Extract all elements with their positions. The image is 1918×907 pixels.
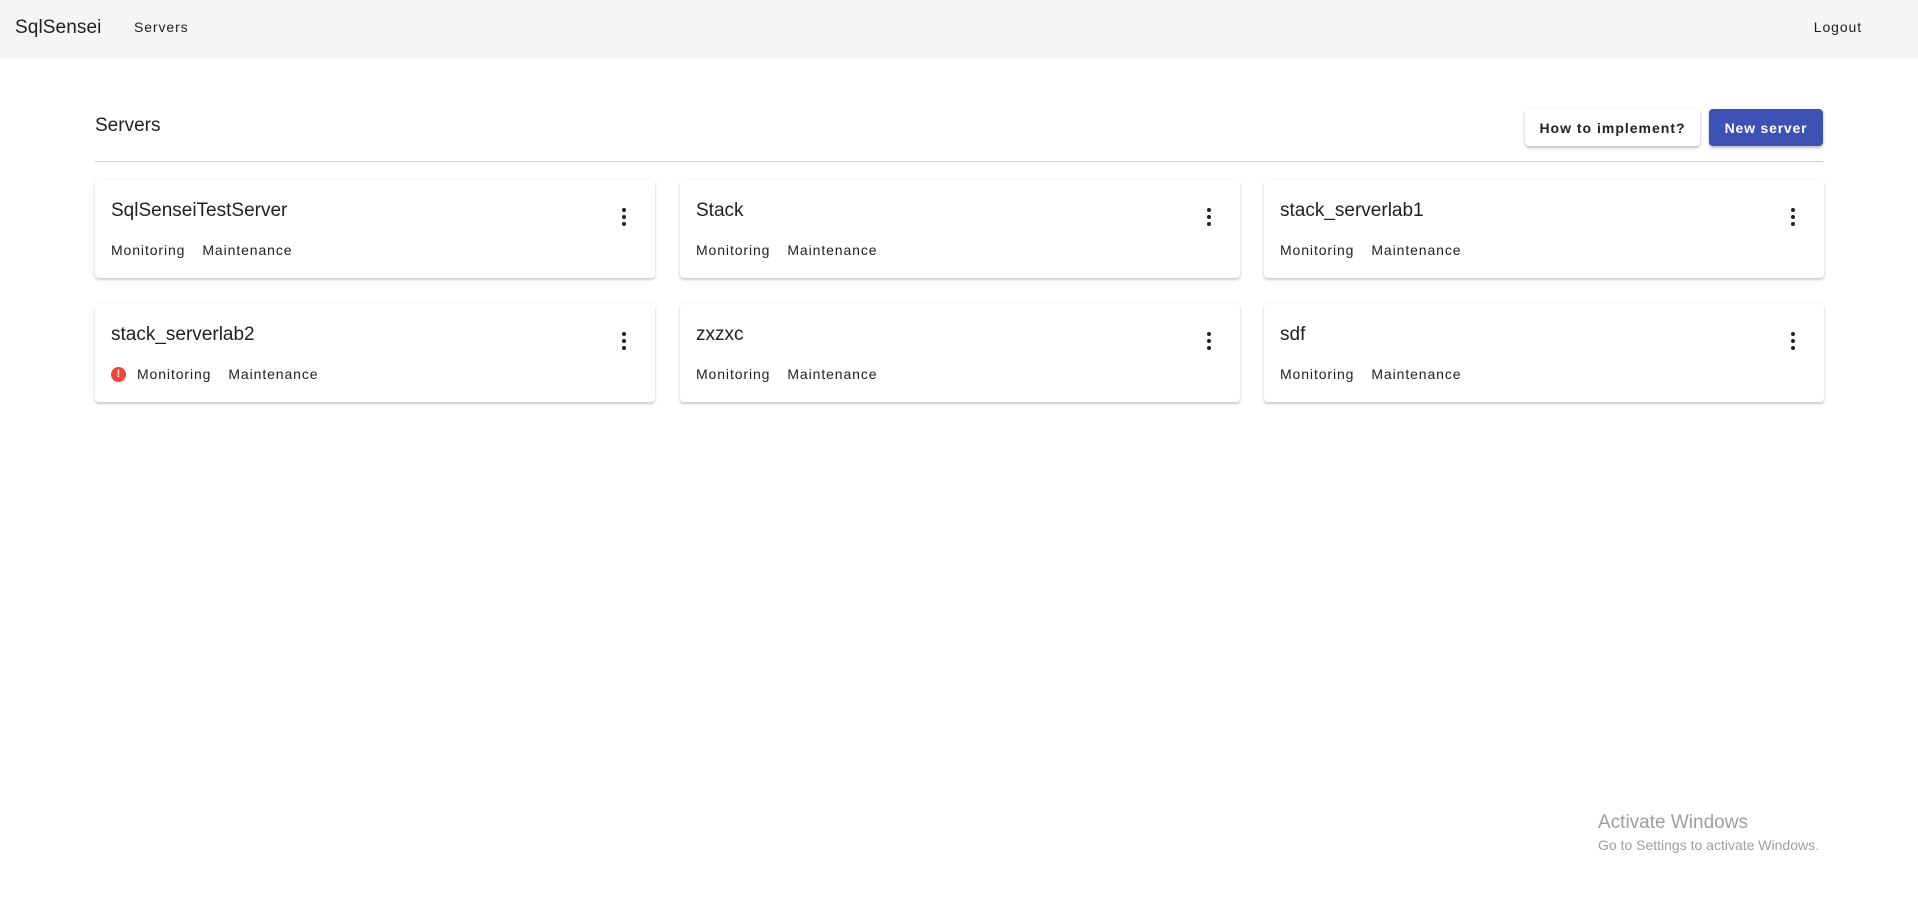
server-card: stack_serverlab2 ! Monitoring Maintenanc… <box>95 304 655 402</box>
more-vert-icon[interactable] <box>613 330 635 352</box>
monitoring-button[interactable]: Monitoring <box>696 242 770 258</box>
brand-title[interactable]: SqlSensei <box>15 17 101 39</box>
more-vert-icon[interactable] <box>1198 206 1220 228</box>
server-name: stack_serverlab1 <box>1280 200 1424 221</box>
page-title: Servers <box>95 115 161 136</box>
server-card: sdf Monitoring Maintenance <box>1264 304 1824 402</box>
server-card: stack_serverlab1 Monitoring Maintenance <box>1264 180 1824 278</box>
top-app-bar: SqlSensei Servers Logout <box>0 0 1918 59</box>
server-name: Stack <box>696 200 744 221</box>
server-name: zxzxc <box>696 324 744 345</box>
maintenance-button[interactable]: Maintenance <box>787 366 877 382</box>
server-name: stack_serverlab2 <box>111 324 255 345</box>
more-vert-icon[interactable] <box>1782 206 1804 228</box>
nav-servers-link[interactable]: Servers <box>134 19 189 35</box>
new-server-button[interactable]: New server <box>1709 109 1823 146</box>
more-vert-icon[interactable] <box>613 206 635 228</box>
server-name: sdf <box>1280 324 1306 345</box>
activate-windows-watermark: Activate Windows Go to Settings to activ… <box>1598 812 1819 853</box>
server-card: Stack Monitoring Maintenance <box>680 180 1240 278</box>
how-to-implement-button[interactable]: How to implement? <box>1525 109 1700 146</box>
logout-button[interactable]: Logout <box>1814 19 1862 35</box>
more-vert-icon[interactable] <box>1782 330 1804 352</box>
watermark-subtitle: Go to Settings to activate Windows. <box>1598 837 1819 853</box>
monitoring-button[interactable]: Monitoring <box>111 242 185 258</box>
alert-circle-icon: ! <box>111 366 126 382</box>
maintenance-button[interactable]: Maintenance <box>787 242 877 258</box>
maintenance-button[interactable]: Maintenance <box>202 242 292 258</box>
monitoring-button[interactable]: Monitoring <box>696 366 770 382</box>
monitoring-button[interactable]: Monitoring <box>1280 366 1354 382</box>
maintenance-button[interactable]: Maintenance <box>1371 242 1461 258</box>
watermark-title: Activate Windows <box>1598 812 1748 833</box>
server-card: SqlSenseiTestServer Monitoring Maintenan… <box>95 180 655 278</box>
monitoring-button[interactable]: Monitoring <box>137 366 211 382</box>
monitoring-button[interactable]: Monitoring <box>1280 242 1354 258</box>
maintenance-button[interactable]: Maintenance <box>1371 366 1461 382</box>
server-card: zxzxc Monitoring Maintenance <box>680 304 1240 402</box>
server-name: SqlSenseiTestServer <box>111 200 288 221</box>
more-vert-icon[interactable] <box>1198 330 1220 352</box>
divider <box>95 161 1823 162</box>
maintenance-button[interactable]: Maintenance <box>228 366 318 382</box>
